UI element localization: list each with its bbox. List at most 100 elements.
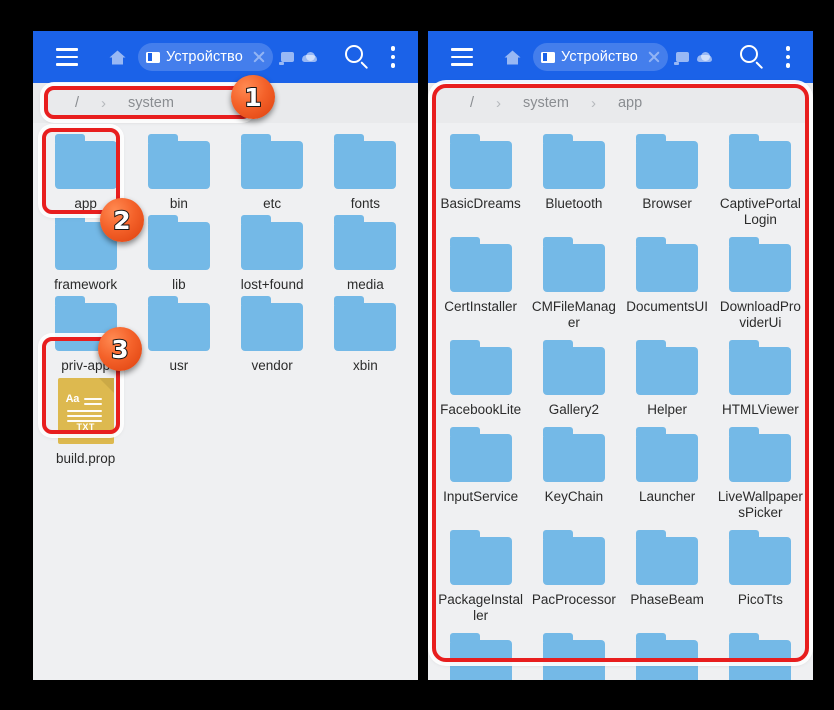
file-item[interactable]	[434, 630, 527, 680]
file-name: CertInstaller	[444, 299, 518, 314]
file-name: DocumentsUI	[626, 299, 709, 314]
file-item[interactable]: vendor	[226, 293, 319, 374]
file-item[interactable]: PhaseBeam	[621, 527, 714, 624]
file-name: KeyChain	[544, 489, 604, 504]
right-toolbar: Устройство	[428, 31, 813, 83]
file-name: lost+found	[240, 277, 304, 292]
file-item[interactable]: Browser	[621, 131, 714, 228]
screen-icon-secondary[interactable]	[673, 52, 689, 65]
screen-icon	[541, 51, 555, 63]
breadcrumb-app[interactable]: app	[618, 95, 642, 111]
folder-icon	[636, 633, 699, 680]
hamburger-menu-icon[interactable]	[50, 40, 84, 74]
file-name: Bluetooth	[545, 196, 603, 211]
file-name: CMFileManager	[531, 299, 616, 330]
right-phone-panel: Устройство / › system › app BasicDreams …	[428, 31, 813, 680]
folder-icon	[636, 237, 699, 292]
file-item[interactable]: lib	[132, 212, 225, 293]
folder-icon	[729, 633, 792, 680]
folder-icon	[729, 530, 792, 585]
file-item[interactable]: media	[319, 212, 412, 293]
folder-icon	[636, 530, 699, 585]
file-name: HTMLViewer	[721, 402, 799, 417]
file-item[interactable]: etc	[226, 131, 319, 212]
left-breadcrumb[interactable]: / › system	[33, 83, 418, 123]
breadcrumb-root[interactable]: /	[470, 95, 474, 111]
file-item[interactable]: InputService	[434, 424, 527, 521]
folder-icon	[449, 237, 512, 292]
file-item[interactable]: Aa TXT build.prop	[39, 374, 132, 467]
search-icon[interactable]	[735, 40, 769, 74]
folder-icon	[729, 340, 792, 395]
file-item[interactable]: Launcher	[621, 424, 714, 521]
file-item[interactable]: PacProcessor	[527, 527, 620, 624]
file-item[interactable]	[714, 630, 807, 680]
file-item[interactable]: usr	[132, 293, 225, 374]
more-vertical-icon[interactable]	[380, 40, 406, 74]
file-item[interactable]: PackageInstaller	[434, 527, 527, 624]
more-vertical-icon[interactable]	[775, 40, 801, 74]
folder-icon	[449, 134, 512, 189]
step-badge-2: 2	[100, 198, 144, 242]
file-item[interactable]: bin	[132, 131, 225, 212]
file-item[interactable]: Gallery2	[527, 337, 620, 418]
left-file-grid: app bin etc fonts framework lib lost+fou…	[33, 123, 418, 467]
file-name: fonts	[350, 196, 381, 211]
file-item[interactable]: DownloadProviderUi	[714, 234, 807, 331]
folder-icon	[542, 340, 605, 395]
file-name: usr	[169, 358, 189, 373]
file-item[interactable]: KeyChain	[527, 424, 620, 521]
folder-icon	[241, 215, 304, 270]
breadcrumb-system[interactable]: system	[128, 95, 174, 111]
file-item[interactable]: HTMLViewer	[714, 337, 807, 418]
folder-icon	[729, 134, 792, 189]
file-item[interactable]: CMFileManager	[527, 234, 620, 331]
file-name: FacebookLite	[440, 402, 522, 417]
screen-icon-secondary[interactable]	[278, 52, 294, 65]
file-name: vendor	[251, 358, 293, 373]
home-icon[interactable]	[497, 50, 527, 65]
hamburger-menu-icon[interactable]	[445, 40, 479, 74]
folder-icon	[729, 237, 792, 292]
txt-sample-text: Aa	[65, 393, 80, 405]
file-item[interactable]: xbin	[319, 293, 412, 374]
file-item[interactable]: lost+found	[226, 212, 319, 293]
cloud-icon[interactable]	[301, 52, 317, 62]
right-breadcrumb[interactable]: / › system › app	[428, 83, 813, 123]
folder-icon	[449, 530, 512, 585]
device-tab-chip[interactable]: Устройство	[138, 43, 273, 71]
left-phone-panel: Устройство / › system app bin etc fonts …	[33, 31, 418, 680]
folder-icon	[542, 134, 605, 189]
close-icon[interactable]	[249, 47, 269, 67]
file-name: PicoTts	[737, 592, 783, 607]
file-item[interactable]: CertInstaller	[434, 234, 527, 331]
file-item[interactable]: PicoTts	[714, 527, 807, 624]
device-tab-chip[interactable]: Устройство	[533, 43, 668, 71]
cloud-icon[interactable]	[696, 52, 712, 62]
txt-ext-label: TXT	[76, 422, 95, 432]
home-icon[interactable]	[102, 50, 132, 65]
file-item[interactable]	[621, 630, 714, 680]
close-icon[interactable]	[644, 47, 664, 67]
file-name: InputService	[443, 489, 519, 504]
file-item[interactable]: fonts	[319, 131, 412, 212]
folder-icon	[54, 134, 117, 189]
file-item[interactable]	[527, 630, 620, 680]
folder-icon	[636, 340, 699, 395]
file-item[interactable]: BasicDreams	[434, 131, 527, 228]
file-item[interactable]: Helper	[621, 337, 714, 418]
breadcrumb-system[interactable]: system	[523, 95, 569, 111]
file-item[interactable]: FacebookLite	[434, 337, 527, 418]
file-item[interactable]: LiveWallpapersPicker	[714, 424, 807, 521]
file-item[interactable]: CaptivePortalLogin	[714, 131, 807, 228]
folder-icon	[542, 633, 605, 680]
right-file-grid: BasicDreams Bluetooth Browser CaptivePor…	[428, 123, 813, 680]
file-name: xbin	[352, 358, 378, 373]
file-item[interactable]: DocumentsUI	[621, 234, 714, 331]
file-name: Helper	[647, 402, 688, 417]
folder-icon	[241, 134, 304, 189]
file-name: lib	[172, 277, 186, 292]
file-item[interactable]: Bluetooth	[527, 131, 620, 228]
search-icon[interactable]	[340, 40, 374, 74]
breadcrumb-root[interactable]: /	[75, 95, 79, 111]
